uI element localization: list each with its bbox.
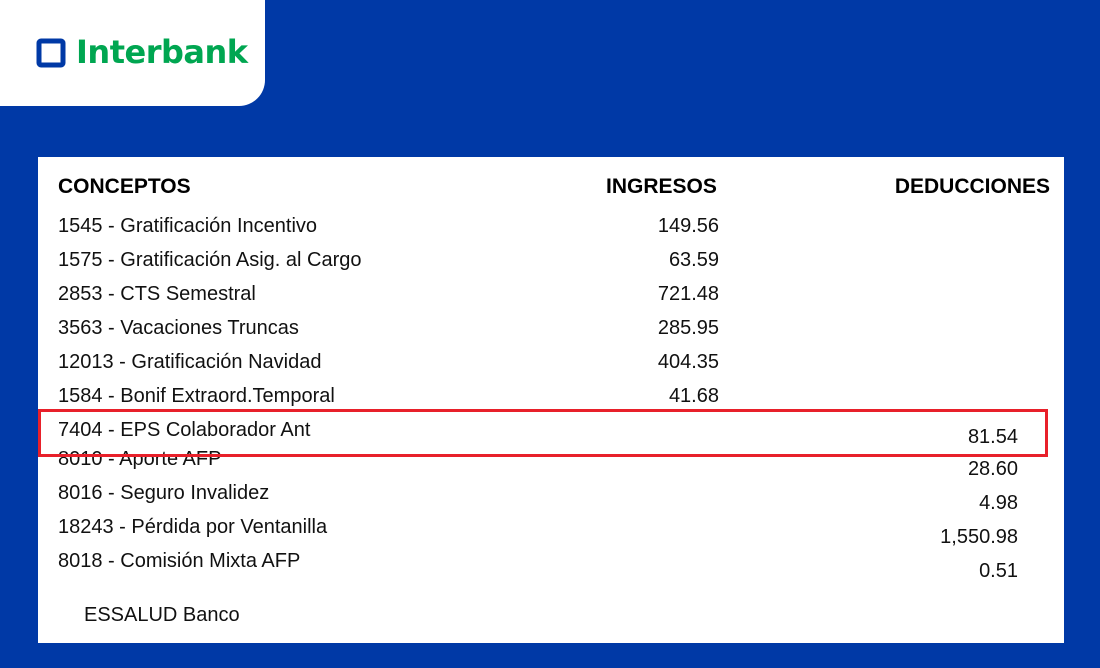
table-row: 8010 - Aporte AFP 28.60 — [38, 447, 1064, 481]
table-row: 8018 - Comisión Mixta AFP 0.51 — [38, 549, 1064, 583]
deduccion-value: 28.60 — [967, 458, 1018, 480]
concept-rows: 1545 - Gratificación Incentivo 149.56 15… — [38, 209, 1064, 583]
table-row: 1575 - Gratificación Asig. al Cargo 63.5… — [38, 243, 1064, 277]
table-row: 2853 - CTS Semestral 721.48 — [38, 277, 1064, 311]
ingreso-value: 63.59 — [668, 249, 719, 271]
ingreso-value: 149.56 — [657, 215, 719, 237]
deduccion-value: 1,550.98 — [940, 526, 1018, 548]
concept-label: 8018 - Comisión Mixta AFP — [58, 550, 301, 572]
interbank-logo-icon — [36, 38, 66, 68]
header-concepts: CONCEPTOS — [58, 175, 191, 198]
payslip-document: CONCEPTOS INGRESOS DEDUCCIONES 1545 - Gr… — [38, 157, 1064, 643]
table-row: 18243 - Pérdida por Ventanilla 1,550.98 — [38, 515, 1064, 549]
concept-label: 8016 - Seguro Invalidez — [58, 482, 270, 504]
deduccion-value: 81.54 — [967, 426, 1018, 448]
table-row: 12013 - Gratificación Navidad 404.35 — [38, 345, 1064, 379]
concept-label: 1575 - Gratificación Asig. al Cargo — [58, 249, 362, 271]
table-row-highlighted: 7404 - EPS Colaborador Ant 81.54 — [38, 413, 1064, 448]
brand-name: Interbank — [76, 33, 248, 71]
ingreso-value: 41.68 — [668, 385, 719, 407]
ingreso-value: 404.35 — [657, 351, 719, 373]
header-deducciones: DEDUCCIONES — [894, 175, 1050, 198]
deduccion-value: 0.51 — [979, 560, 1018, 582]
concept-label: 12013 - Gratificación Navidad — [58, 351, 322, 373]
concept-label: 1584 - Bonif Extraord.Temporal — [58, 385, 335, 407]
logo-tab: Interbank — [0, 0, 265, 106]
table-row: 1584 - Bonif Extraord.Temporal 41.68 — [38, 379, 1064, 413]
table-row: 1545 - Gratificación Incentivo 149.56 — [38, 209, 1064, 243]
ingreso-value: 721.48 — [657, 283, 719, 305]
ingreso-value: 285.95 — [657, 317, 719, 339]
table-row: 8016 - Seguro Invalidez 4.98 — [38, 481, 1064, 515]
deduccion-value: 4.98 — [979, 492, 1018, 514]
concept-label: 1545 - Gratificación Incentivo — [58, 215, 318, 237]
essalud-note: ESSALUD Banco — [84, 604, 240, 626]
concept-label: 8010 - Aporte AFP — [58, 448, 222, 470]
concept-label: 7404 - EPS Colaborador Ant — [58, 419, 311, 441]
table-row: 3563 - Vacaciones Truncas 285.95 — [38, 311, 1064, 345]
concept-label: 3563 - Vacaciones Truncas — [58, 317, 299, 339]
concept-label: 18243 - Pérdida por Ventanilla — [58, 516, 328, 538]
concept-label: 2853 - CTS Semestral — [58, 283, 256, 305]
header-ingresos: INGRESOS — [606, 175, 717, 198]
